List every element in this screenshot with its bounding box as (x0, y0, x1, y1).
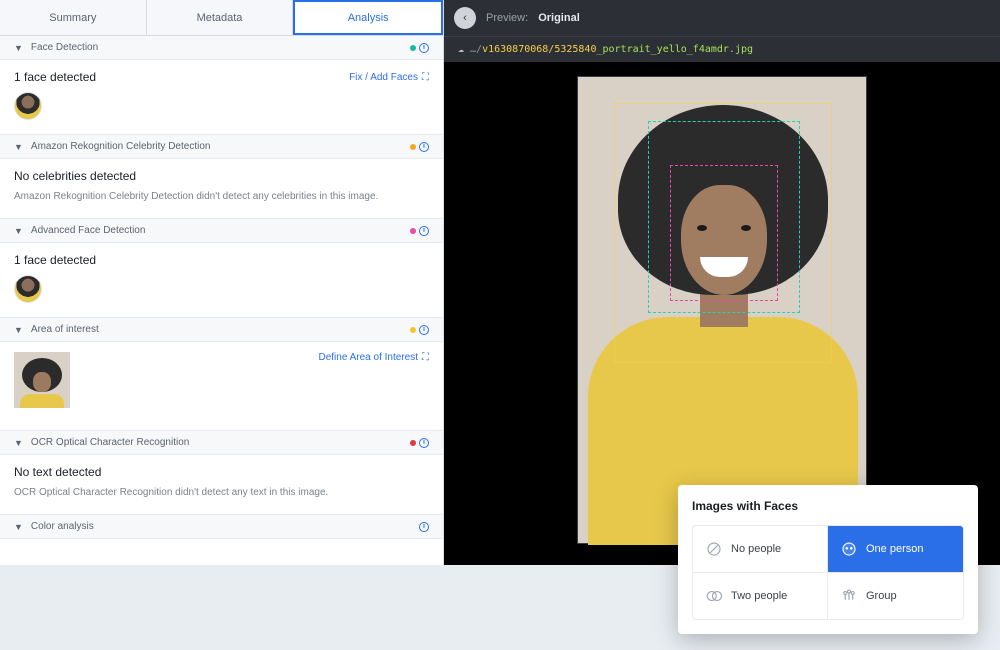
preview-mode[interactable]: Original (538, 12, 580, 24)
filter-group[interactable]: Group (828, 573, 963, 619)
preview-header: ‹ Preview: Original (444, 0, 1000, 36)
expand-icon: ⛶ (422, 352, 429, 363)
section-title: Face Detection (31, 42, 98, 53)
section-title: Area of interest (31, 324, 99, 335)
section-title: OCR Optical Character Recognition (31, 437, 189, 448)
info-icon[interactable]: i (419, 325, 429, 335)
no-people-icon (705, 540, 723, 558)
face-detection-result: 1 face detected (14, 70, 96, 84)
preview-label: Preview: (486, 12, 528, 24)
analysis-panel: ▼ Face Detection i 1 face detected Fix / … (0, 36, 443, 565)
card-title: Images with Faces (692, 499, 964, 513)
faces-filter-grid: No people One person Two people Group (692, 525, 964, 620)
path-segment-1: v1630870068/5325840 (482, 44, 596, 55)
section-aoi-header[interactable]: ▼ Area of interest i (0, 318, 443, 342)
sidebar-tabs: Summary Metadata Analysis (0, 0, 443, 36)
analysis-sidebar: Summary Metadata Analysis ▼ Face Detectio… (0, 0, 444, 565)
section-advanced-face-body: 1 face detected (0, 243, 443, 318)
aoi-thumbnail[interactable] (14, 352, 70, 408)
faces-filter-card: Images with Faces No people One person T… (678, 485, 978, 634)
section-face-detection-body: 1 face detected Fix / Add Faces⛶ (0, 60, 443, 135)
status-dot-icon (410, 440, 416, 446)
asset-path-bar: ☁ …/ v1630870068/5325840 _portrait_yello… (444, 36, 1000, 62)
chevron-down-icon: ▼ (14, 142, 23, 152)
chevron-down-icon: ▼ (14, 522, 23, 532)
info-icon[interactable]: i (419, 142, 429, 152)
section-title: Amazon Rekognition Celebrity Detection (31, 141, 211, 152)
preview-pane: ‹ Preview: Original ☁ …/ v1630870068/532… (444, 0, 1000, 565)
filter-one-person[interactable]: One person (828, 526, 963, 573)
detected-face-avatar[interactable] (14, 275, 42, 303)
fix-add-faces-link[interactable]: Fix / Add Faces⛶ (349, 72, 429, 83)
section-ocr-body: No text detected OCR Optical Character R… (0, 455, 443, 515)
path-prefix: …/ (470, 44, 482, 55)
advanced-face-bounding-box[interactable] (670, 165, 778, 301)
celebrity-sub: Amazon Rekognition Celebrity Detection d… (14, 189, 429, 204)
info-icon[interactable]: i (419, 438, 429, 448)
status-dot-icon (410, 144, 416, 150)
tab-metadata[interactable]: Metadata (147, 0, 294, 35)
two-people-icon (705, 587, 723, 605)
ocr-sub: OCR Optical Character Recognition didn't… (14, 485, 429, 500)
preview-back-button[interactable]: ‹ (454, 7, 476, 29)
detected-face-avatar[interactable] (14, 92, 42, 120)
section-celebrity-header[interactable]: ▼Amazon Rekognition Celebrity Detection … (0, 135, 443, 159)
define-aoi-link[interactable]: Define Area of Interest⛶ (318, 352, 429, 363)
advanced-face-result: 1 face detected (14, 253, 429, 267)
section-face-detection-header[interactable]: ▼ Face Detection i (0, 36, 443, 60)
status-dot-icon (410, 228, 416, 234)
tab-summary[interactable]: Summary (0, 0, 147, 35)
chevron-down-icon: ▼ (14, 438, 23, 448)
section-celebrity-body: No celebrities detected Amazon Rekogniti… (0, 159, 443, 219)
celebrity-result: No celebrities detected (14, 169, 429, 183)
section-advanced-face-header[interactable]: ▼ Advanced Face Detection i (0, 219, 443, 243)
one-person-icon (840, 540, 858, 558)
section-title: Color analysis (31, 521, 94, 532)
tab-analysis[interactable]: Analysis (293, 0, 443, 35)
info-icon[interactable]: i (419, 43, 429, 53)
chevron-down-icon: ▼ (14, 325, 23, 335)
filter-two-people[interactable]: Two people (693, 573, 828, 619)
chevron-down-icon: ▼ (14, 43, 23, 53)
cloud-icon: ☁ (458, 44, 464, 55)
status-dot-icon (410, 327, 416, 333)
status-dot-icon (410, 45, 416, 51)
group-icon (840, 587, 858, 605)
section-color-header[interactable]: ▼ Color analysis i (0, 515, 443, 539)
ocr-result: No text detected (14, 465, 429, 479)
path-segment-2: _portrait_yello_f4amdr.jpg (596, 44, 753, 55)
preview-image[interactable] (577, 76, 867, 544)
expand-icon: ⛶ (422, 72, 429, 83)
info-icon[interactable]: i (419, 226, 429, 236)
info-icon[interactable]: i (419, 522, 429, 532)
section-ocr-header[interactable]: ▼ OCR Optical Character Recognition i (0, 431, 443, 455)
filter-no-people[interactable]: No people (693, 526, 828, 573)
section-aoi-body: Define Area of Interest⛶ (0, 342, 443, 431)
section-title: Advanced Face Detection (31, 225, 146, 236)
chevron-down-icon: ▼ (14, 226, 23, 236)
